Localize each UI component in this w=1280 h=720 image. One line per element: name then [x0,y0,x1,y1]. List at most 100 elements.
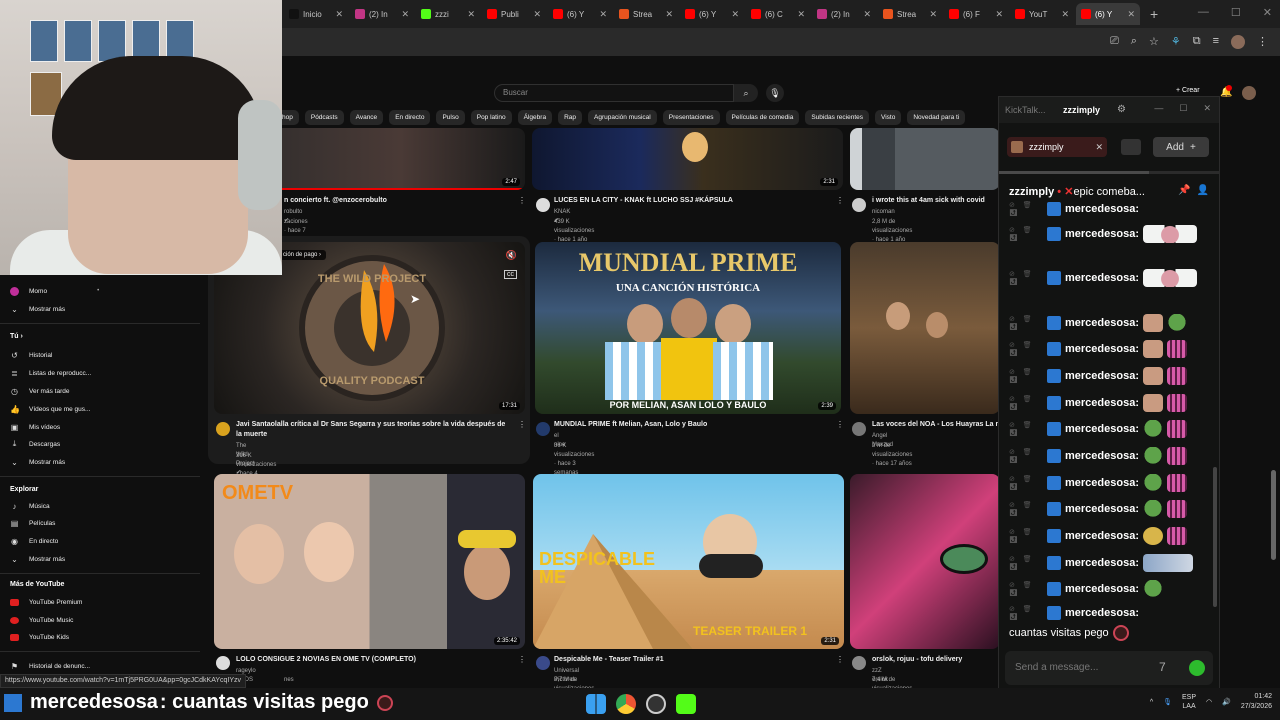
chat-message[interactable]: ⊘ 🗑 ⤴ mercedesosa: [1009,314,1209,332]
browser-tab[interactable]: zzzi ✕ [416,3,480,25]
video-thumbnail[interactable]: DESPICABLE ME TEASER TRAILER 1 2:31 [533,474,844,649]
profile-avatar[interactable] [1231,35,1245,49]
chat-emote-icon[interactable] [1143,269,1197,287]
close-tab-icon[interactable]: ✕ [731,9,739,20]
filter-chip[interactable]: Pulso [436,110,465,125]
video-thumbnail[interactable]: 2:31 [532,128,843,190]
chat-username[interactable]: mercedesosa: [1065,583,1139,595]
chat-emote-icon[interactable] [1143,394,1163,412]
chat-username[interactable]: mercedesosa: [1065,423,1139,435]
search-button[interactable]: ⌕ [734,84,758,102]
maximize-icon[interactable]: ☐ [1179,103,1187,114]
browser-tab[interactable]: (6) Y ✕ [548,3,612,25]
chat-username[interactable]: mercedesosa: [1065,370,1139,382]
mod-actions-icon[interactable]: ⊘ 🗑 ⤴ [1009,475,1043,491]
sidebar-item-downloads[interactable]: ⤓ Descargas [10,437,60,451]
mod-actions-icon[interactable]: ⊘ 🗑 ⤴ [1009,448,1043,464]
kick-emote-icon[interactable] [1189,660,1205,676]
sidebar-item-music[interactable]: ♪ Música [10,499,50,513]
close-tab-icon[interactable]: ✕ [665,9,673,20]
close-tab-icon[interactable]: ✕ [1127,9,1135,20]
chat-username[interactable]: mercedesosa: [1065,272,1139,284]
filter-chip[interactable]: Pódcasts [304,110,344,125]
mod-actions-icon[interactable]: ⊘ 🗑 ⤴ [1009,395,1043,411]
chat-emote-icon[interactable] [1167,474,1187,492]
chat-emote-icon[interactable] [1167,314,1187,332]
mod-actions-icon[interactable]: ⊘ 🗑 ⤴ [1009,341,1043,357]
mod-actions-icon[interactable]: ⊘ 🗑 ⤴ [1009,421,1043,437]
sidebar-item-liked[interactable]: 👍 Vídeos que me gus... [10,402,90,416]
mod-actions-icon[interactable]: ⊘ 🗑 ⤴ [1009,201,1043,217]
chat-username[interactable]: mercedesosa: [1065,607,1139,619]
browser-tab[interactable]: Inicio ✕ [284,3,348,25]
sidebar-item-live[interactable]: ◉ En directo [10,534,58,548]
channel-name[interactable]: nicoman [872,208,895,217]
close-icon[interactable]: ✕ [1203,103,1211,114]
tray-arrow-icon[interactable]: ^ [1150,699,1153,706]
close-tab-icon[interactable]: ✕ [599,9,607,20]
chat-emote-icon[interactable] [1143,580,1163,598]
sidebar-item-my-videos[interactable]: ▣ Mis vídeos [10,420,60,434]
windows-start-icon[interactable] [586,694,606,714]
video-thumbnail[interactable] [850,128,1000,190]
chat-username[interactable]: mercedesosa: [1065,503,1139,515]
video-title[interactable]: LUCES EN LA CITY - KNAK ft LUCHO SSJ #KÁ… [554,196,834,206]
language-indicator[interactable]: ESP LAA [1182,693,1196,711]
video-title[interactable]: Javi Santaolalla crítica al Dr Sans Sega… [236,420,512,440]
sidebar-item-show-more[interactable]: ⌄ Mostrar más [10,302,65,316]
sidebar-item-premium[interactable]: YouTube Premium [10,595,82,609]
chat-username[interactable]: mercedesosa: [1065,397,1139,409]
filter-chip[interactable]: Presentaciones [662,110,720,125]
more-options-icon[interactable]: ⋮ [836,655,844,664]
video-thumbnail[interactable] [850,242,1000,414]
chat-emote-icon[interactable] [1112,625,1129,641]
create-button[interactable]: + Crear [1176,87,1200,94]
more-options-icon[interactable]: ⋮ [518,420,526,429]
filter-chip[interactable]: Avance [349,110,384,125]
sidebar-item-movies[interactable]: ▤ Películas [10,516,56,530]
video-thumbnail[interactable]: MUNDIAL PRIME UNA CANCIÓN HISTÓRICA POR … [535,242,841,414]
filter-chip[interactable]: Películas de comedia [725,110,800,125]
sidebar-item-watch-later[interactable]: ◷ Ver más tarde [10,384,69,398]
avatar[interactable] [1242,86,1256,100]
pin-icon[interactable]: 📌 [1178,185,1190,196]
sidebar-item-momo[interactable]: Momo • [10,284,99,298]
close-tab-icon[interactable]: ✕ [1095,142,1103,153]
channel-avatar[interactable] [216,656,230,670]
video-thumbnail[interactable] [850,474,1000,649]
mod-actions-icon[interactable]: ⊘ 🗑 ⤴ [1009,605,1043,621]
chat-message[interactable]: ⊘ 🗑 ⤴ mercedesosa: [1009,269,1209,287]
chat-emote-icon[interactable] [1167,367,1187,385]
media-icon[interactable]: ≡ [1213,35,1219,49]
minimize-icon[interactable]: — [1154,103,1163,114]
more-options-icon[interactable]: ⋮ [518,196,526,205]
chat-username[interactable]: mercedesosa: [1065,203,1139,215]
browser-tab[interactable]: (6) Y ✕ [680,3,744,25]
channel-tab-2[interactable] [1121,139,1141,155]
browser-tab[interactable]: (6) Y ✕ [1076,3,1140,25]
chat-username[interactable]: mercedesosa: [1065,228,1139,240]
close-tab-icon[interactable]: ✕ [995,9,1003,20]
mod-actions-icon[interactable]: ⊘ 🗑 ⤴ [1009,528,1043,544]
chat-emote-icon[interactable] [1143,474,1163,492]
close-tab-icon[interactable]: ✕ [533,9,541,20]
wifi-icon[interactable]: ◠ [1206,698,1212,706]
chat-emote-icon[interactable] [1143,527,1163,545]
sidebar-item-show-more[interactable]: ⌄ Mostrar más [10,455,65,469]
new-tab-button[interactable]: + [1150,6,1158,22]
chrome-icon[interactable] [616,694,636,714]
chat-emote-icon[interactable] [1167,527,1187,545]
chat-emote-icon[interactable] [1143,225,1197,243]
user-icon[interactable]: 👤 [1197,185,1209,196]
browser-tab[interactable]: Strea ✕ [878,3,942,25]
chat-message[interactable]: ⊘ 🗑 ⤴ mercedesosa: [1009,225,1209,243]
chat-emote-icon[interactable] [1167,500,1187,518]
chat-message[interactable]: ⊘ 🗑 ⤴ mercedesosa: [1009,201,1209,217]
chat-message[interactable]: ⊘ 🗑 ⤴ mercedesosa: [1009,527,1209,545]
chat-emote-icon[interactable] [1167,394,1187,412]
channel-avatar[interactable] [216,422,230,436]
chat-emote-icon[interactable] [1167,420,1187,438]
chat-message[interactable]: ⊘ 🗑 ⤴ mercedesosa: [1009,367,1209,385]
chat-emote-icon[interactable] [1143,420,1163,438]
chat-message[interactable]: ⊘ 🗑 ⤴ mercedesosa: cuantas visitas pego [1009,605,1209,641]
